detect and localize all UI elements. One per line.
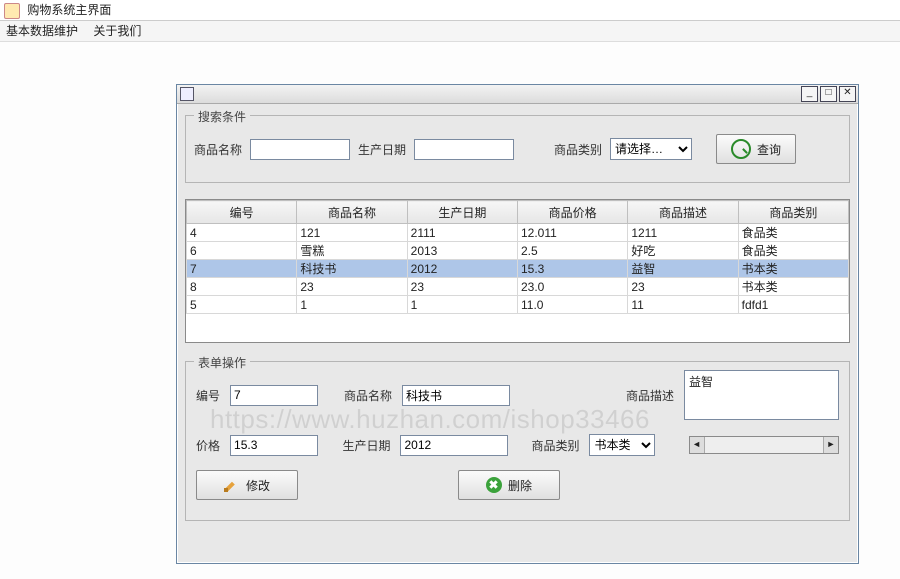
- table-row[interactable]: 51111.011fdfd1: [187, 296, 849, 314]
- product-table[interactable]: 编号 商品名称 生产日期 商品价格 商品描述 商品类别 4121211112.0…: [185, 199, 850, 343]
- product-name-input[interactable]: [250, 139, 350, 160]
- java-cup-icon: [4, 3, 20, 19]
- table-cell[interactable]: 23: [628, 278, 738, 296]
- table-cell[interactable]: fdfd1: [738, 296, 848, 314]
- table-cell[interactable]: 12.011: [517, 224, 627, 242]
- th-name[interactable]: 商品名称: [297, 201, 407, 224]
- production-date-input[interactable]: [414, 139, 514, 160]
- table-cell[interactable]: 5: [187, 296, 297, 314]
- th-id[interactable]: 编号: [187, 201, 297, 224]
- th-price[interactable]: 商品价格: [517, 201, 627, 224]
- table-cell[interactable]: 益智: [628, 260, 738, 278]
- category-select[interactable]: 请选择…: [610, 138, 692, 160]
- table-cell[interactable]: 8: [187, 278, 297, 296]
- production-date-label: 生产日期: [358, 141, 406, 158]
- menubar: 基本数据维护 关于我们: [0, 21, 900, 42]
- form-desc-textarea[interactable]: 益智: [684, 370, 839, 420]
- form-date-input[interactable]: [400, 435, 508, 456]
- table-cell[interactable]: 11.0: [517, 296, 627, 314]
- minimize-button[interactable]: _: [801, 86, 818, 102]
- table-cell[interactable]: 科技书: [297, 260, 407, 278]
- table-cell[interactable]: 书本类: [738, 260, 848, 278]
- form-desc-label: 商品描述: [626, 387, 674, 404]
- table-header-row: 编号 商品名称 生产日期 商品价格 商品描述 商品类别: [187, 201, 849, 224]
- table-row[interactable]: 6雪糕20132.5好吃食品类: [187, 242, 849, 260]
- window-icon: [180, 87, 194, 101]
- product-name-label: 商品名称: [194, 141, 242, 158]
- scroll-left-icon[interactable]: ◄: [690, 437, 705, 453]
- internal-frame: _ □ ✕ 搜索条件 商品名称 生产日期 商品类别 请选择… 查询: [176, 84, 859, 564]
- query-button[interactable]: 查询: [716, 134, 796, 164]
- app-titlebar: 购物系统主界面: [0, 0, 900, 21]
- table-cell[interactable]: 2012: [407, 260, 517, 278]
- table-cell[interactable]: 食品类: [738, 242, 848, 260]
- table-cell[interactable]: 15.3: [517, 260, 627, 278]
- table-cell[interactable]: 好吃: [628, 242, 738, 260]
- form-name-label: 商品名称: [344, 387, 392, 404]
- form-id-input[interactable]: [230, 385, 318, 406]
- delete-icon: [486, 477, 502, 493]
- form-panel-legend: 表单操作: [194, 354, 250, 371]
- table-cell[interactable]: 1: [297, 296, 407, 314]
- search-panel: 搜索条件 商品名称 生产日期 商品类别 请选择… 查询: [185, 115, 850, 183]
- table-row[interactable]: 4121211112.0111211食品类: [187, 224, 849, 242]
- form-category-select[interactable]: 书本类: [589, 434, 655, 456]
- internal-frame-titlebar[interactable]: _ □ ✕: [177, 85, 858, 104]
- table-cell[interactable]: 7: [187, 260, 297, 278]
- table-cell[interactable]: 6: [187, 242, 297, 260]
- form-name-input[interactable]: [402, 385, 510, 406]
- form-id-label: 编号: [196, 387, 220, 404]
- maximize-button[interactable]: □: [820, 86, 837, 102]
- search-panel-legend: 搜索条件: [194, 108, 250, 125]
- table-cell[interactable]: 2111: [407, 224, 517, 242]
- modify-button[interactable]: 修改: [196, 470, 298, 500]
- edit-icon: [224, 477, 240, 493]
- table-cell[interactable]: 23: [297, 278, 407, 296]
- table-cell[interactable]: 雪糕: [297, 242, 407, 260]
- form-price-input[interactable]: [230, 435, 318, 456]
- menu-item-data-maintenance[interactable]: 基本数据维护: [6, 24, 78, 38]
- table-cell[interactable]: 2013: [407, 242, 517, 260]
- table-cell[interactable]: 23.0: [517, 278, 627, 296]
- table-cell[interactable]: 食品类: [738, 224, 848, 242]
- th-date[interactable]: 生产日期: [407, 201, 517, 224]
- form-category-label: 商品类别: [531, 437, 579, 454]
- query-button-label: 查询: [757, 141, 781, 158]
- form-date-label: 生产日期: [342, 437, 390, 454]
- modify-button-label: 修改: [246, 477, 270, 494]
- app-title: 购物系统主界面: [27, 3, 111, 17]
- table-cell[interactable]: 1: [407, 296, 517, 314]
- category-label: 商品类别: [554, 141, 602, 158]
- table-cell[interactable]: 23: [407, 278, 517, 296]
- table-cell[interactable]: 11: [628, 296, 738, 314]
- table-cell[interactable]: 4: [187, 224, 297, 242]
- form-panel: 表单操作 编号 商品名称 商品描述 益智 价格 生产日期: [185, 361, 850, 521]
- th-category[interactable]: 商品类别: [738, 201, 848, 224]
- table-cell[interactable]: 书本类: [738, 278, 848, 296]
- search-icon: [731, 139, 751, 159]
- menu-item-about[interactable]: 关于我们: [93, 24, 141, 38]
- delete-button[interactable]: 删除: [458, 470, 560, 500]
- delete-button-label: 删除: [508, 477, 532, 494]
- table-cell[interactable]: 2.5: [517, 242, 627, 260]
- th-desc[interactable]: 商品描述: [628, 201, 738, 224]
- table-row[interactable]: 7科技书201215.3益智书本类: [187, 260, 849, 278]
- close-button[interactable]: ✕: [839, 86, 856, 102]
- table-cell[interactable]: 121: [297, 224, 407, 242]
- form-desc-scrollbar[interactable]: ◄ ►: [689, 436, 839, 454]
- form-price-label: 价格: [196, 437, 220, 454]
- scroll-right-icon[interactable]: ►: [823, 437, 838, 453]
- table-cell[interactable]: 1211: [628, 224, 738, 242]
- table-row[interactable]: 8232323.023书本类: [187, 278, 849, 296]
